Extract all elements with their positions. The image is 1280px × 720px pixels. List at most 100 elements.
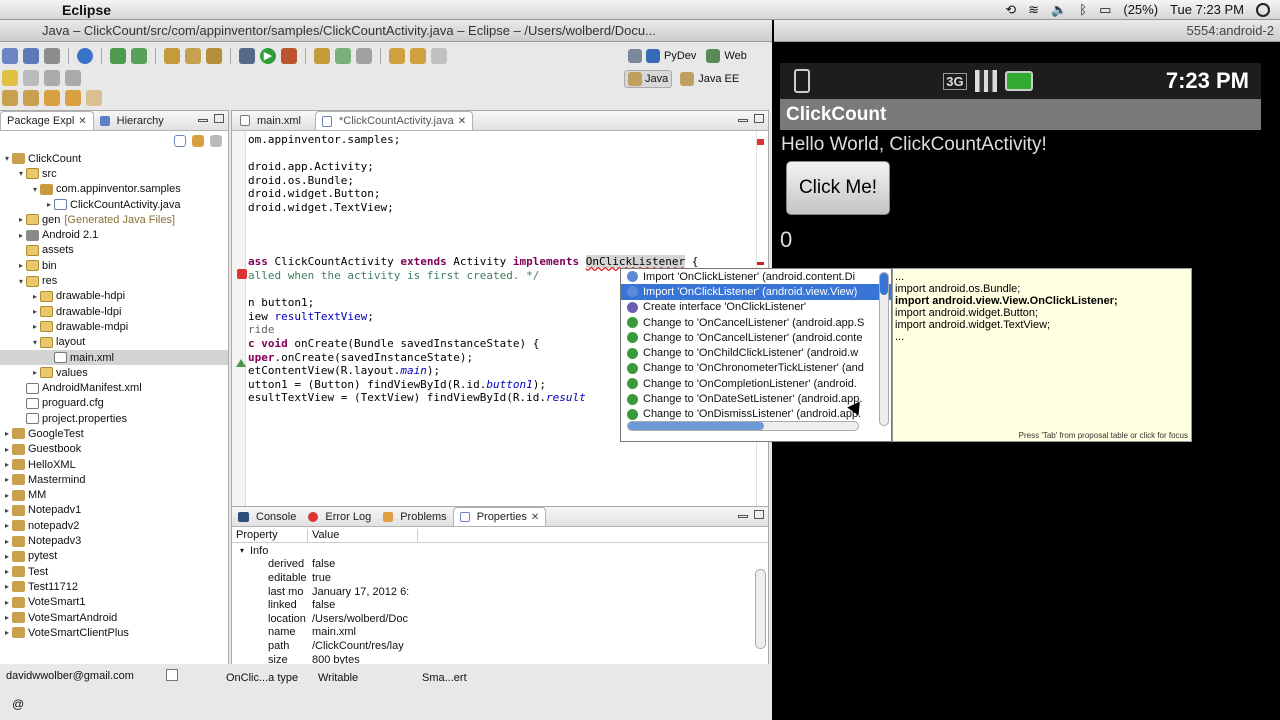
property-row[interactable]: linked false [234,598,752,612]
maximize-icon[interactable] [214,114,224,123]
minimize-icon[interactable] [738,515,748,518]
wifi-icon[interactable]: ≋ [1028,2,1039,18]
block-selection-icon[interactable] [44,70,60,86]
error-marker-icon[interactable] [237,269,247,279]
maximize-icon[interactable] [754,114,764,123]
chevron-right-icon[interactable]: ▸ [16,261,26,270]
tree-item[interactable]: ▸ Android 2.1 [0,227,228,242]
quick-fix-item[interactable]: Import 'OnClickListener' (android.conten… [621,269,891,284]
quick-fix-item[interactable]: Change to 'OnCancelListener' (android.co… [621,330,891,345]
tree-item[interactable]: ▸ VoteSmart1 [0,595,228,610]
quick-fix-item[interactable]: Change to 'OnCancelListener' (android.ap… [621,315,891,330]
quick-fix-vscroll-thumb[interactable] [880,273,888,295]
tab-clickcount-activity[interactable]: *ClickCountActivity.java ✕ [315,111,474,130]
tree-item[interactable]: ▸ pytest [0,549,228,564]
tree-item[interactable]: ▸ HelloXML [0,457,228,472]
fast-view-icon[interactable] [166,669,178,681]
link-with-editor-icon[interactable] [192,135,204,147]
tree-item[interactable]: ▸ Test [0,564,228,579]
tab-problems[interactable]: Problems [377,507,452,526]
globe-icon[interactable] [77,48,93,64]
chevron-down-icon[interactable]: ▾ [30,338,40,347]
tab-package-explorer[interactable]: Package Expl ✕ [0,111,94,130]
quick-fix-item[interactable]: Change to 'OnChronometerTickListener' (a… [621,361,891,376]
new-icon[interactable] [2,48,18,64]
chevron-right-icon[interactable]: ▸ [30,307,40,316]
previous-annotation-icon[interactable] [23,90,39,106]
tree-item[interactable]: ▸ notepadv2 [0,518,228,533]
chevron-right-icon[interactable]: ▸ [2,598,12,607]
quick-fix-item[interactable]: Import 'OnClickListener' (android.view.V… [621,284,891,300]
chevron-right-icon[interactable]: ▸ [2,491,12,500]
open-file-icon[interactable] [410,48,426,64]
chevron-right-icon[interactable]: ▸ [16,215,26,224]
tree-item[interactable]: ▸ Mastermind [0,472,228,487]
close-icon[interactable]: ✕ [531,512,539,523]
forward-icon[interactable] [86,90,102,106]
tree-item[interactable]: ▸ drawable-mdpi [0,319,228,334]
bluetooth-icon[interactable]: ᛒ [1079,2,1087,17]
tree-item[interactable]: ▸ Guestbook [0,442,228,457]
property-row[interactable]: name main.xml [234,626,752,640]
print-icon[interactable] [44,48,60,64]
search-icon[interactable] [335,48,351,64]
run-icon[interactable]: ▶ [260,48,276,64]
chevron-right-icon[interactable]: ▸ [2,445,12,454]
override-marker-icon[interactable] [236,359,246,367]
chevron-down-icon[interactable]: ▾ [30,185,40,194]
tree-item[interactable]: ▸ ClickCountActivity.java [0,197,228,212]
tree-item[interactable]: ▾ ClickCount [0,151,228,166]
tree-item[interactable]: ▸ Notepadv3 [0,533,228,548]
chevron-right-icon[interactable]: ▸ [30,322,40,331]
properties-group-row[interactable]: ▾ Info [234,544,752,558]
chevron-down-icon[interactable]: ▾ [16,277,26,286]
spotlight-search-icon[interactable] [1256,2,1270,17]
chevron-right-icon[interactable]: ▸ [2,506,12,515]
highlight-icon[interactable] [2,70,18,86]
show-whitespace-icon[interactable] [65,70,81,86]
quick-fix-item[interactable]: Change to 'OnCompletionListener' (androi… [621,376,891,391]
battery-icon[interactable]: ▭ [1099,2,1111,18]
tab-properties[interactable]: Properties ✕ [452,507,547,526]
tree-item[interactable]: ▾ src [0,166,228,181]
last-edit-icon[interactable] [44,90,60,106]
quick-fix-vscrollbar[interactable] [879,272,889,426]
tree-item[interactable]: ▾ layout [0,335,228,350]
volume-icon[interactable]: 🔈 [1051,2,1067,18]
tab-console[interactable]: Console [232,507,302,526]
chevron-right-icon[interactable]: ▸ [2,429,12,438]
minimize-icon[interactable] [738,119,748,122]
debug-icon[interactable] [239,48,255,64]
tree-item[interactable]: ▸ Test11712 [0,579,228,594]
property-row[interactable]: path/ClickCount/res/lay [234,639,752,653]
perspective-javaee[interactable]: Java EE [698,73,739,85]
chevron-right-icon[interactable]: ▸ [44,200,54,209]
chevron-right-icon[interactable]: ▸ [2,552,12,561]
perspective-pydev[interactable]: PyDev [664,50,696,62]
menubar-clock[interactable]: Tue 7:23 PM [1170,2,1244,17]
open-folder-icon[interactable] [389,48,405,64]
chevron-right-icon[interactable]: ▸ [2,613,12,622]
chevron-right-icon[interactable]: ▸ [2,537,12,546]
tree-item[interactable]: project.properties [0,411,228,426]
tree-item[interactable]: ▸ bin [0,258,228,273]
tree-item[interactable]: ▾ com.appinventor.samples [0,182,228,197]
quick-fix-item[interactable]: Change to 'OnDateSetListener' (android.a… [621,391,891,406]
chevron-right-icon[interactable]: ▸ [30,292,40,301]
chevron-right-icon[interactable]: ▸ [2,628,12,637]
android-sdk-icon[interactable] [110,48,126,64]
back-icon[interactable] [65,90,81,106]
quick-fix-item[interactable]: Create interface 'OnClickListener' [621,300,891,315]
status-at-icon[interactable]: @ [12,697,24,711]
close-icon[interactable]: ✕ [78,116,86,127]
toggle-mark-icon[interactable] [23,70,39,86]
task-icon[interactable] [356,48,372,64]
vertical-scrollbar[interactable] [755,569,766,649]
click-me-button[interactable]: Click Me! [786,161,890,215]
tree-item[interactable]: ▸ values [0,365,228,380]
new-project-icon[interactable] [164,48,180,64]
avd-manager-icon[interactable] [131,48,147,64]
chevron-right-icon[interactable]: ▸ [2,567,12,576]
quick-fix-preview[interactable]: ... import android.os.Bundle; import andro… [892,268,1192,442]
chevron-right-icon[interactable]: ▸ [2,475,12,484]
